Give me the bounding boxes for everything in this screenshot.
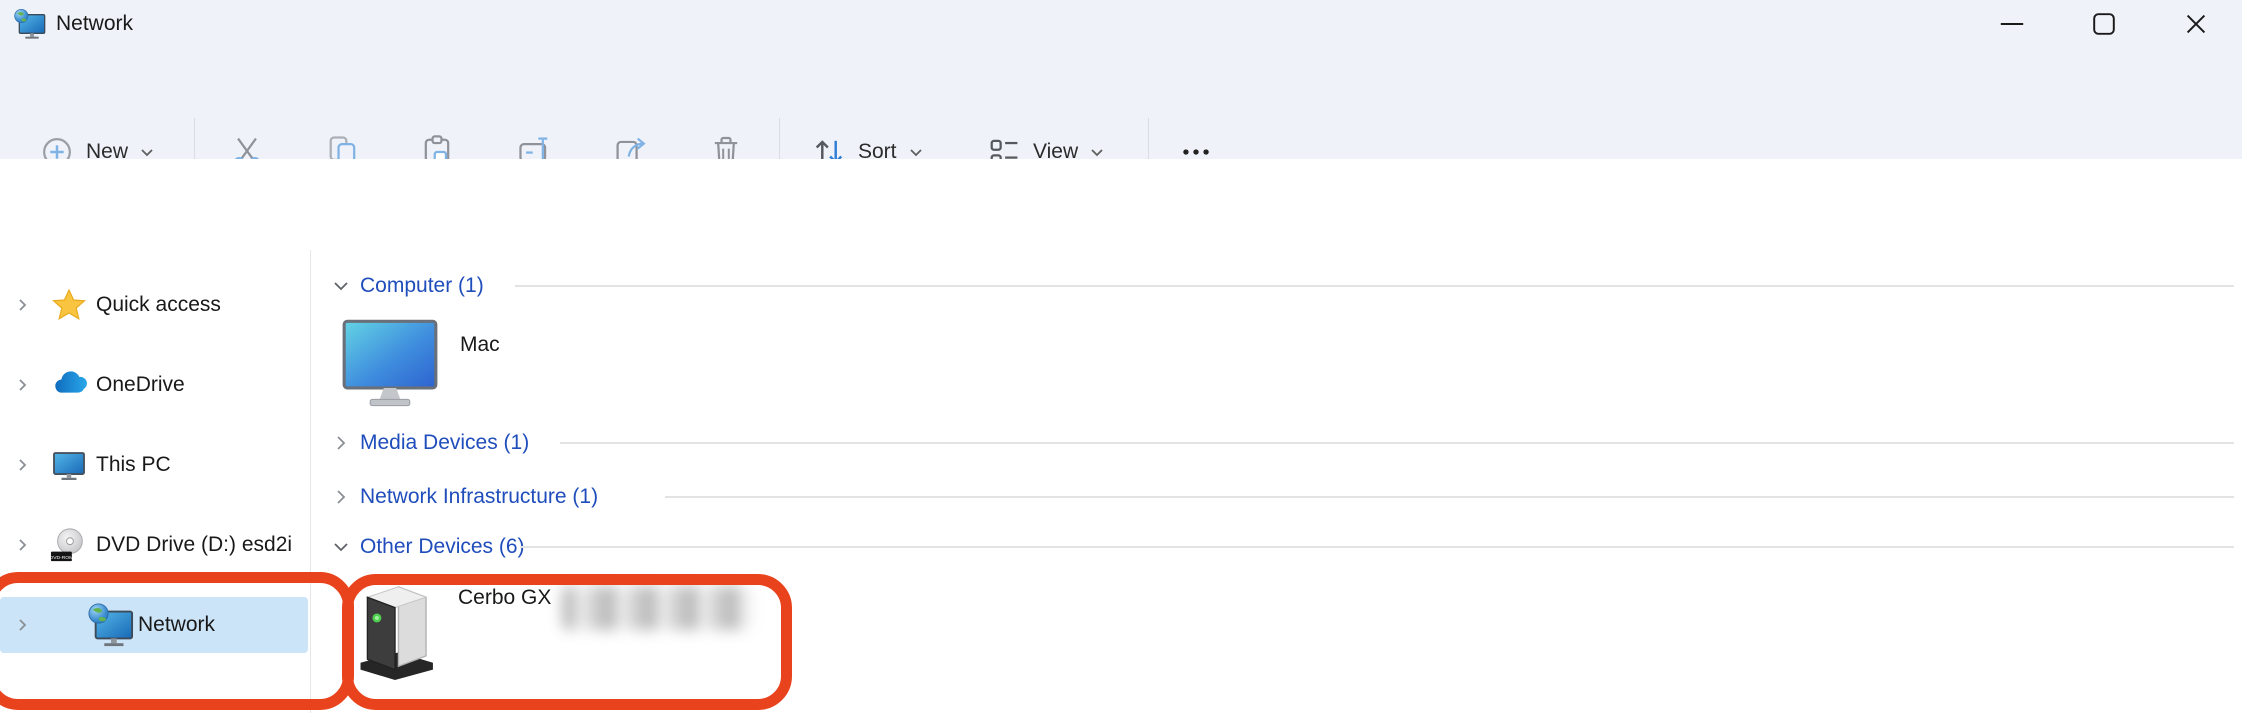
close-button[interactable] — [2150, 0, 2242, 48]
sidebar-item-dvd-drive[interactable]: DVD-ROM DVD Drive (D:) esd2i — [0, 517, 308, 573]
minimize-button[interactable] — [1966, 0, 2058, 48]
star-icon — [50, 286, 88, 324]
minimize-icon — [1998, 10, 2026, 38]
chevron-right-icon[interactable] — [331, 487, 351, 512]
window-title: Network — [56, 0, 133, 48]
group-header-network-infrastructure[interactable]: Network Infrastructure (1) — [311, 482, 2242, 512]
window-controls — [1966, 0, 2242, 48]
server-tower-icon — [352, 580, 438, 680]
redacted-text-blur — [562, 586, 752, 630]
file-explorer-window: Network New — [0, 0, 2242, 713]
sidebar-item-onedrive[interactable]: OneDrive — [0, 357, 308, 413]
group-header-rule — [520, 546, 2234, 548]
group-header-rule — [665, 496, 2234, 498]
chevron-right-icon[interactable] — [14, 536, 32, 554]
file-item-mac[interactable]: Mac — [340, 312, 660, 412]
file-item-label: Cerbo GX — [458, 586, 551, 684]
chevron-right-icon[interactable] — [14, 616, 32, 634]
sidebar-item-this-pc[interactable]: This PC — [0, 437, 308, 493]
sidebar-item-network[interactable]: Network — [0, 597, 308, 653]
onedrive-cloud-icon — [50, 366, 88, 404]
navigation-bar: Network — [0, 159, 2242, 250]
chevron-right-icon[interactable] — [14, 376, 32, 394]
group-header-label[interactable]: Network Infrastructure (1) — [360, 485, 598, 509]
group-header-label[interactable]: Media Devices (1) — [360, 431, 529, 455]
sidebar-item-label: This PC — [96, 453, 171, 477]
chevron-down-icon[interactable] — [331, 276, 351, 301]
group-header-rule — [515, 285, 2234, 287]
command-toolbar: New — [0, 48, 2242, 160]
maximize-icon — [2090, 10, 2118, 38]
close-icon — [2182, 10, 2210, 38]
title-bar: Network — [0, 0, 2242, 48]
content-pane: Computer (1) Mac Media Devices (1) Netwo… — [311, 250, 2242, 713]
group-header-rule — [560, 442, 2234, 444]
network-monitor-icon — [88, 602, 134, 648]
chevron-right-icon[interactable] — [331, 433, 351, 458]
monitor-icon — [50, 446, 88, 484]
group-header-label[interactable]: Other Devices (6) — [360, 535, 525, 559]
group-header-label[interactable]: Computer (1) — [360, 274, 484, 298]
sidebar-item-label: Quick access — [96, 293, 221, 317]
file-item-label: Mac — [460, 333, 500, 412]
dvd-rom-badge: DVD-ROM — [50, 555, 73, 561]
sidebar-item-quick-access[interactable]: Quick access — [0, 277, 308, 333]
sidebar-item-label: DVD Drive (D:) esd2i — [96, 533, 292, 557]
chevron-right-icon[interactable] — [14, 296, 32, 314]
sidebar-item-label: Network — [138, 613, 215, 637]
navigation-pane: Quick access OneDrive This PC — [0, 250, 310, 713]
group-header-media-devices[interactable]: Media Devices (1) — [311, 428, 2242, 458]
group-header-other-devices[interactable]: Other Devices (6) — [311, 532, 2242, 562]
sidebar-item-label: OneDrive — [96, 373, 185, 397]
network-monitor-icon — [14, 8, 46, 40]
chevron-right-icon[interactable] — [14, 456, 32, 474]
maximize-button[interactable] — [2058, 0, 2150, 48]
dvd-disc-icon: DVD-ROM — [50, 526, 88, 564]
group-header-computer[interactable]: Computer (1) — [311, 271, 2242, 301]
chevron-down-icon[interactable] — [331, 537, 351, 562]
computer-monitor-icon — [340, 318, 440, 410]
